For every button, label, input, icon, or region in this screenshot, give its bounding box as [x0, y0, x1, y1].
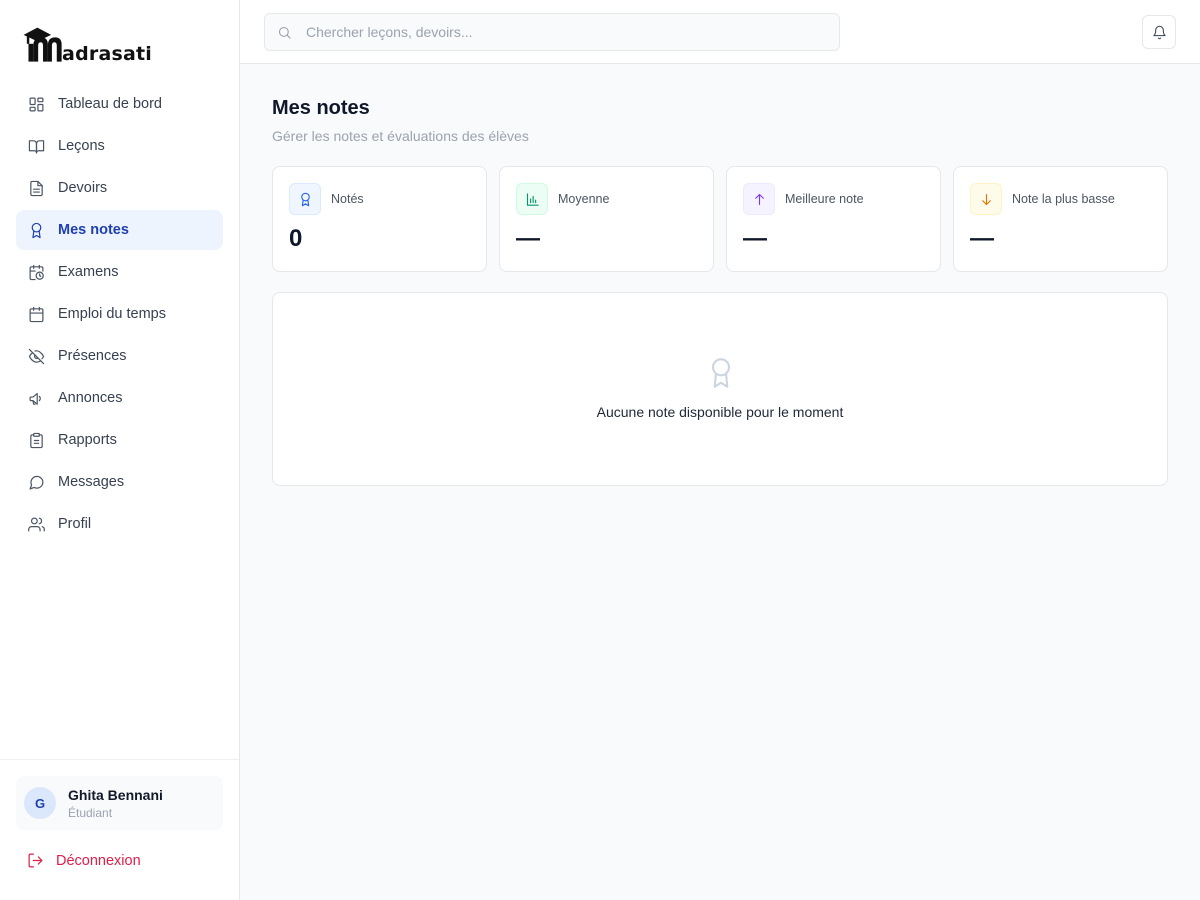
- page-title: Mes notes: [272, 97, 370, 119]
- sidebar-item-label: Emploi du temps: [58, 306, 166, 322]
- search-input[interactable]: [306, 24, 826, 40]
- sidebar-item-label: Messages: [58, 474, 125, 490]
- calendar-clock-icon: [27, 263, 45, 281]
- stat-value: —: [743, 225, 767, 252]
- user-role: Étudiant: [68, 805, 113, 820]
- sidebar-item-label: Examens: [58, 264, 119, 280]
- search-bar[interactable]: [264, 13, 840, 51]
- user-info: Ghita Bennani Étudiant: [68, 787, 163, 820]
- dashboard-grid-icon: [27, 95, 45, 113]
- sidebar-item-label: Mes notes: [58, 222, 129, 238]
- user-card[interactable]: G Ghita Bennani Étudiant: [16, 776, 223, 830]
- stat-label: Note la plus basse: [1012, 192, 1115, 206]
- stat-value: —: [516, 225, 540, 252]
- stat-label: Notés: [331, 192, 364, 206]
- sidebar-item-label: Annonces: [58, 390, 123, 406]
- sidebar-item-label: Rapports: [58, 432, 117, 448]
- page-subtitle: Gérer les notes et évaluations des élève…: [272, 128, 529, 144]
- logout-button[interactable]: Déconnexion: [27, 852, 141, 869]
- sidebar-item-emploi-du-temps[interactable]: Emploi du temps: [16, 294, 223, 334]
- notifications-button[interactable]: [1142, 15, 1176, 49]
- sidebar-item-messages[interactable]: Messages: [16, 462, 223, 502]
- message-circle-icon: [27, 473, 45, 491]
- logout-icon: [28, 853, 43, 868]
- stat-label: Meilleure note: [785, 192, 864, 206]
- users-icon: [27, 515, 45, 533]
- stat-card-moyenne: Moyenne —: [499, 166, 714, 272]
- sidebar-item-examens[interactable]: Examens: [16, 252, 223, 292]
- sidebar-nav: Tableau de bord Leçons Devoirs Mes notes…: [16, 84, 223, 546]
- empty-state-card: Aucune note disponible pour le moment: [272, 292, 1168, 486]
- award-icon: [289, 183, 321, 215]
- avatar: G: [24, 787, 56, 819]
- stat-label: Moyenne: [558, 192, 610, 206]
- book-icon: [27, 137, 45, 155]
- sidebar-item-label: Présences: [58, 348, 127, 364]
- bar-chart-icon: [516, 183, 548, 215]
- sidebar: adrasati Tableau de bord Leçons Devoirs …: [0, 0, 240, 900]
- stat-card-meilleure-note: Meilleure note —: [726, 166, 941, 272]
- sidebar-divider: [0, 759, 239, 760]
- clipboard-icon: [27, 431, 45, 449]
- sidebar-item-presences[interactable]: Présences: [16, 336, 223, 376]
- eye-off-icon: [27, 347, 45, 365]
- stat-value: —: [970, 225, 994, 252]
- arrow-down-icon: [970, 183, 1002, 215]
- sidebar-item-profil[interactable]: Profil: [16, 504, 223, 544]
- arrow-up-icon: [743, 183, 775, 215]
- graduation-cap-logo-icon: [23, 27, 62, 62]
- megaphone-icon: [27, 389, 45, 407]
- top-header: [240, 0, 1200, 64]
- sidebar-item-label: Leçons: [58, 138, 105, 154]
- sidebar-item-annonces[interactable]: Annonces: [16, 378, 223, 418]
- sidebar-item-label: Tableau de bord: [58, 96, 162, 112]
- madrasati-logo[interactable]: adrasati: [22, 20, 152, 66]
- stat-card-note-la-plus-basse: Note la plus basse —: [953, 166, 1168, 272]
- stat-value: 0: [289, 225, 303, 252]
- sidebar-item-lecons[interactable]: Leçons: [16, 126, 223, 166]
- empty-state-message: Aucune note disponible pour le moment: [596, 404, 844, 420]
- sidebar-item-label: Profil: [58, 516, 92, 532]
- bell-icon: [1152, 25, 1166, 39]
- sidebar-item-devoirs[interactable]: Devoirs: [16, 168, 223, 208]
- user-name: Ghita Bennani: [68, 786, 163, 803]
- sidebar-item-tableau-de-bord[interactable]: Tableau de bord: [16, 84, 223, 124]
- logout-label: Déconnexion: [56, 852, 141, 869]
- document-icon: [27, 179, 45, 197]
- calendar-icon: [27, 305, 45, 323]
- award-icon: [707, 357, 735, 389]
- logo-text: adrasati: [62, 43, 152, 65]
- stat-card-notes: Notés 0: [272, 166, 487, 272]
- sidebar-item-rapports[interactable]: Rapports: [16, 420, 223, 460]
- award-icon: [27, 221, 45, 239]
- search-icon: [278, 26, 291, 39]
- sidebar-item-label: Devoirs: [58, 180, 108, 196]
- sidebar-item-mes-notes[interactable]: Mes notes: [16, 210, 223, 250]
